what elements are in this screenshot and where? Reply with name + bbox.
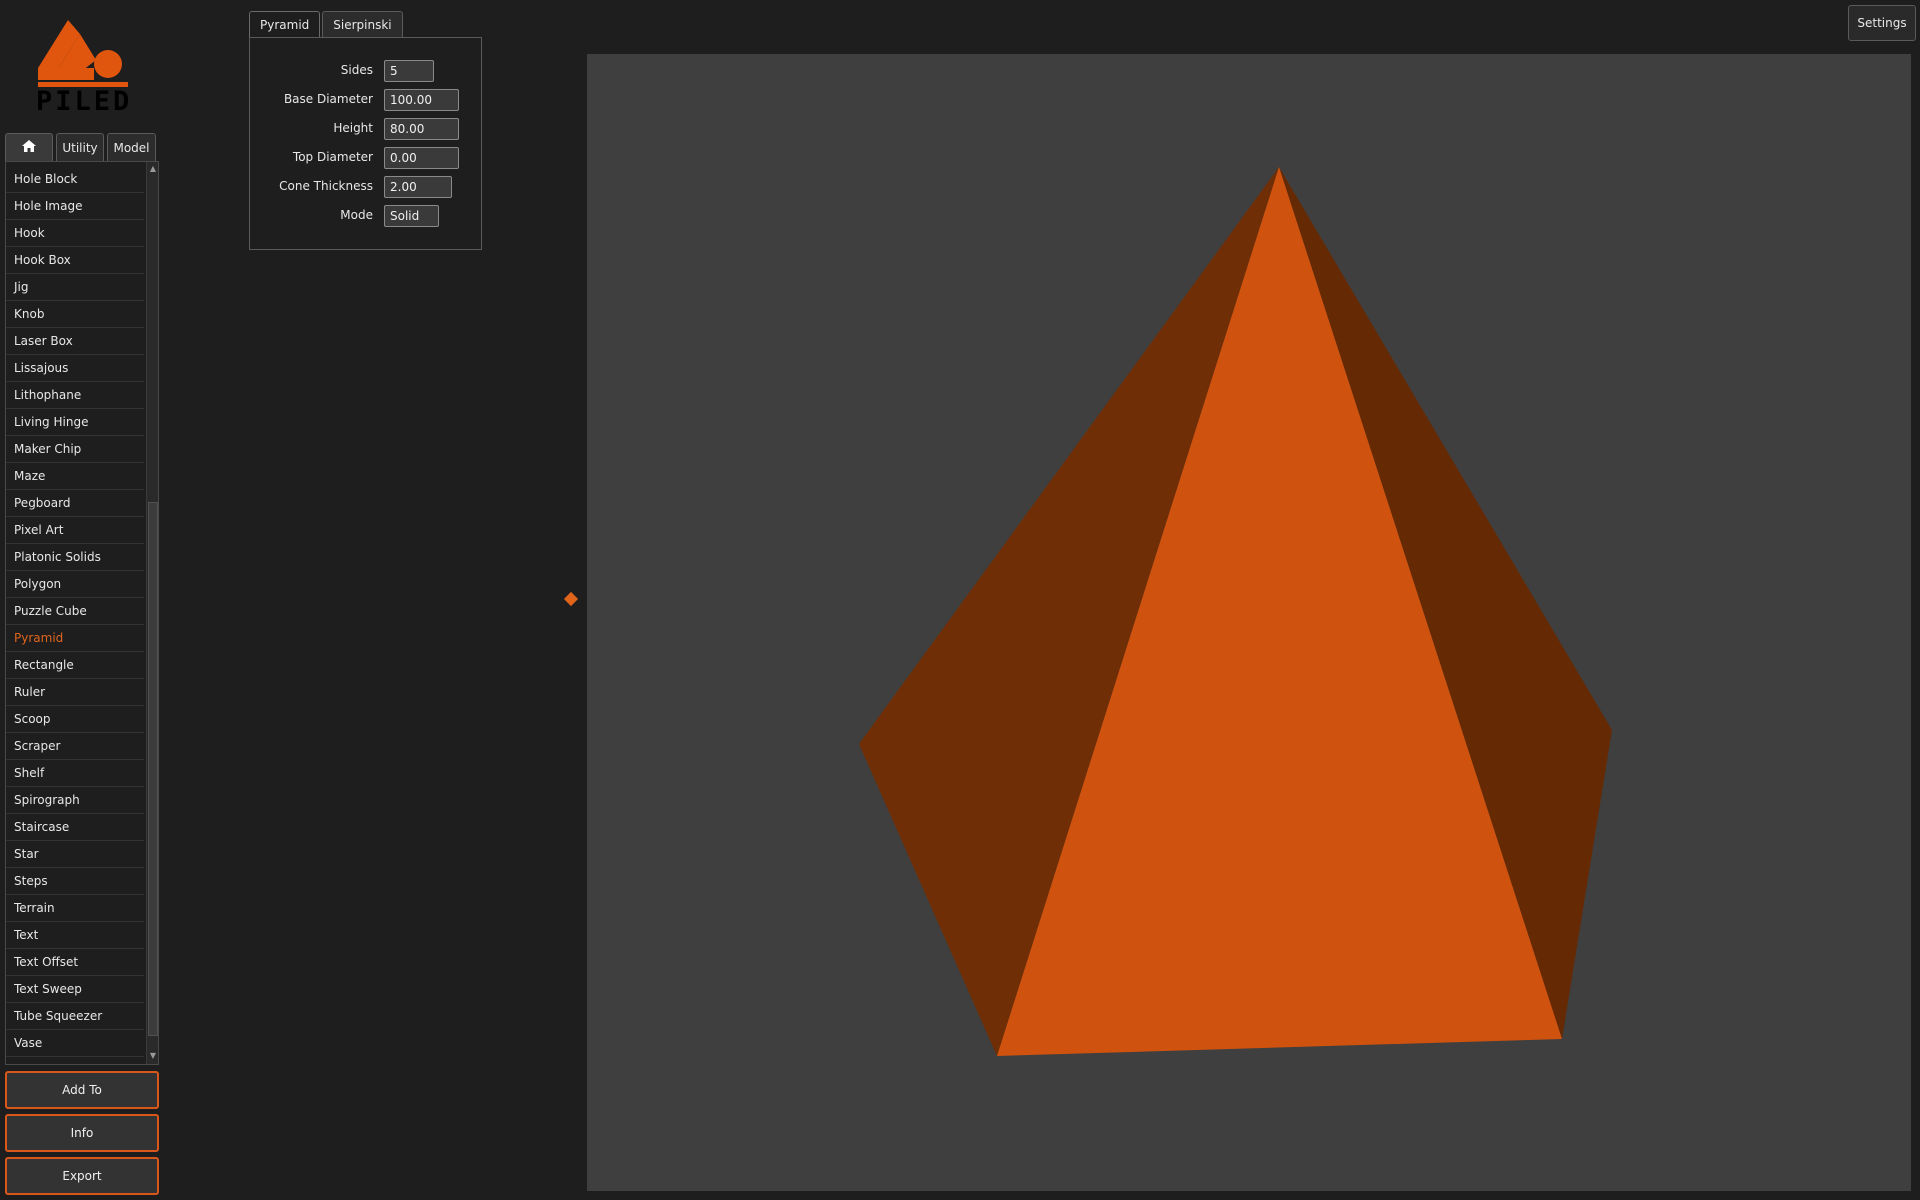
list-item[interactable]: Text Sweep bbox=[6, 976, 144, 1003]
scroll-up-icon[interactable]: ▲ bbox=[148, 164, 158, 174]
tab-model[interactable]: Model bbox=[107, 133, 156, 161]
param-tabs: Pyramid Sierpinski bbox=[249, 11, 403, 38]
add-to-button[interactable]: Add To bbox=[5, 1071, 159, 1109]
list-item[interactable]: Living Hinge bbox=[6, 409, 144, 436]
category-tabs: Utility Model bbox=[5, 133, 156, 161]
sides-label: Sides bbox=[340, 63, 373, 77]
height-label: Height bbox=[333, 121, 373, 135]
param-row-cone-thickness: Cone Thickness 2.00 bbox=[250, 176, 483, 198]
list-item[interactable]: Vase bbox=[6, 1030, 144, 1057]
list-item[interactable]: Polygon bbox=[6, 571, 144, 598]
list-item[interactable]: Scraper bbox=[6, 733, 144, 760]
list-item[interactable]: Hook bbox=[6, 220, 144, 247]
base-diameter-field[interactable]: 100.00 bbox=[384, 89, 459, 111]
list-item[interactable]: Maze bbox=[6, 463, 144, 490]
home-icon bbox=[22, 140, 36, 155]
list-item[interactable]: Platonic Solids bbox=[6, 544, 144, 571]
settings-button[interactable]: Settings bbox=[1848, 5, 1916, 41]
list-item[interactable]: Text Offset bbox=[6, 949, 144, 976]
list-item[interactable]: Tube Squeezer bbox=[6, 1003, 144, 1030]
tab-pyramid[interactable]: Pyramid bbox=[249, 11, 321, 38]
list-item[interactable]: Rectangle bbox=[6, 652, 144, 679]
pyramid-model bbox=[859, 167, 1612, 1056]
tab-home[interactable] bbox=[5, 133, 53, 161]
list-item[interactable]: Hole Block bbox=[6, 166, 144, 193]
param-row-sides: Sides 5 bbox=[250, 60, 483, 82]
tab-sierpinski[interactable]: Sierpinski bbox=[322, 11, 403, 38]
list-item[interactable]: Star bbox=[6, 841, 144, 868]
info-button[interactable]: Info bbox=[5, 1114, 159, 1152]
top-diameter-field[interactable]: 0.00 bbox=[384, 147, 459, 169]
model-list-items: Hole Block Hole Image Hook Hook Box Jig Knob L… bbox=[6, 166, 144, 1057]
list-item[interactable]: Staircase bbox=[6, 814, 144, 841]
logo-text: PILED bbox=[36, 86, 133, 117]
cone-thickness-field[interactable]: 2.00 bbox=[384, 176, 452, 198]
piled-logo: PILED bbox=[34, 16, 130, 120]
mode-label: Mode bbox=[340, 208, 373, 222]
param-panel: Sides 5 Base Diameter 100.00 Height 80.0… bbox=[249, 37, 482, 250]
top-diameter-label: Top Diameter bbox=[292, 150, 373, 164]
model-list: Hole Block Hole Image Hook Hook Box Jig Knob L… bbox=[5, 161, 159, 1065]
list-item[interactable]: Ruler bbox=[6, 679, 144, 706]
app-window: PILED Utility Model Hole Block Hole Image… bbox=[0, 0, 1920, 1200]
list-item[interactable]: Terrain bbox=[6, 895, 144, 922]
list-item[interactable]: Pyramid bbox=[6, 625, 144, 652]
panel-resize-handle[interactable] bbox=[563, 591, 579, 607]
list-item[interactable]: Shelf bbox=[6, 760, 144, 787]
base-diameter-label: Base Diameter bbox=[283, 92, 373, 106]
3d-viewport[interactable] bbox=[587, 54, 1911, 1191]
param-row-top-diameter: Top Diameter 0.00 bbox=[250, 147, 483, 169]
list-item[interactable]: Hole Image bbox=[6, 193, 144, 220]
param-row-mode: Mode Solid bbox=[250, 205, 483, 227]
list-item[interactable]: Text bbox=[6, 922, 144, 949]
sides-field[interactable]: 5 bbox=[384, 60, 434, 82]
param-row-base-diameter: Base Diameter 100.00 bbox=[250, 89, 483, 111]
mode-select[interactable]: Solid bbox=[384, 205, 439, 227]
list-item[interactable]: Pixel Art bbox=[6, 517, 144, 544]
list-item[interactable]: Scoop bbox=[6, 706, 144, 733]
list-item[interactable]: Spirograph bbox=[6, 787, 144, 814]
list-item[interactable]: Steps bbox=[6, 868, 144, 895]
scroll-down-icon[interactable]: ▼ bbox=[148, 1051, 158, 1061]
list-item[interactable]: Laser Box bbox=[6, 328, 144, 355]
height-field[interactable]: 80.00 bbox=[384, 118, 459, 140]
param-row-height: Height 80.00 bbox=[250, 118, 483, 140]
export-button[interactable]: Export bbox=[5, 1157, 159, 1195]
list-scrollbar[interactable]: ▲ ▼ bbox=[146, 162, 158, 1064]
list-item[interactable]: Lissajous bbox=[6, 355, 144, 382]
cone-thickness-label: Cone Thickness bbox=[279, 179, 373, 193]
list-item[interactable]: Lithophane bbox=[6, 382, 144, 409]
list-item[interactable]: Maker Chip bbox=[6, 436, 144, 463]
scroll-thumb[interactable] bbox=[148, 502, 158, 1036]
list-item[interactable]: Puzzle Cube bbox=[6, 598, 144, 625]
list-item[interactable]: Knob bbox=[6, 301, 144, 328]
tab-utility[interactable]: Utility bbox=[56, 133, 104, 161]
list-item[interactable]: Hook Box bbox=[6, 247, 144, 274]
list-item[interactable]: Jig bbox=[6, 274, 144, 301]
list-item[interactable]: Pegboard bbox=[6, 490, 144, 517]
